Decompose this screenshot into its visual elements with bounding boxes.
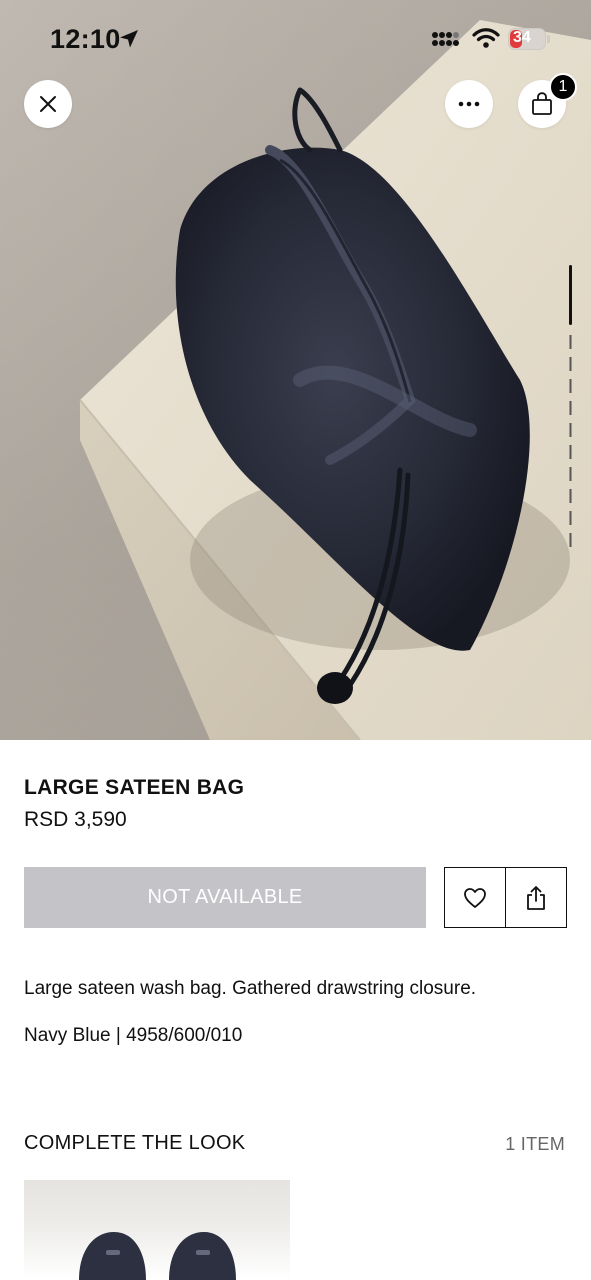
product-description: Large sateen wash bag. Gathered drawstri… bbox=[24, 978, 477, 999]
battery-level: 34 bbox=[513, 29, 531, 46]
product-color-reference: Navy Blue | 4958/600/010 bbox=[24, 1025, 243, 1046]
status-time: 12:10 bbox=[50, 24, 121, 54]
location-arrow-icon bbox=[120, 30, 138, 48]
not-available-button[interactable]: NOT AVAILABLE bbox=[24, 867, 426, 928]
gallery-position-indicator bbox=[569, 265, 572, 550]
more-icon bbox=[458, 101, 480, 107]
product-photo bbox=[0, 0, 591, 740]
share-button[interactable] bbox=[505, 868, 566, 927]
product-image-gallery[interactable] bbox=[0, 0, 591, 740]
complete-the-look-count[interactable]: 1 ITEM bbox=[505, 1134, 565, 1155]
product-actions bbox=[444, 867, 567, 928]
wishlist-button[interactable] bbox=[445, 868, 505, 927]
product-price: RSD 3,590 bbox=[24, 808, 127, 831]
shopping-bag-icon bbox=[532, 92, 552, 115]
more-options-button[interactable] bbox=[445, 80, 493, 128]
close-icon bbox=[40, 96, 56, 112]
cellular-signal-icon bbox=[432, 32, 459, 46]
complete-the-look-title: COMPLETE THE LOOK bbox=[24, 1132, 246, 1154]
look-item-card[interactable] bbox=[24, 1180, 290, 1280]
product-title: LARGE SATEEN BAG bbox=[24, 776, 245, 799]
heart-icon bbox=[464, 887, 486, 908]
cart-count-badge: 1 bbox=[549, 73, 577, 101]
status-bar: 12:10 34 bbox=[0, 0, 591, 80]
battery-icon: 34 bbox=[508, 28, 550, 50]
wifi-icon bbox=[472, 28, 500, 48]
close-button[interactable] bbox=[24, 80, 72, 128]
share-icon bbox=[527, 885, 545, 910]
look-item-image bbox=[79, 1232, 236, 1280]
